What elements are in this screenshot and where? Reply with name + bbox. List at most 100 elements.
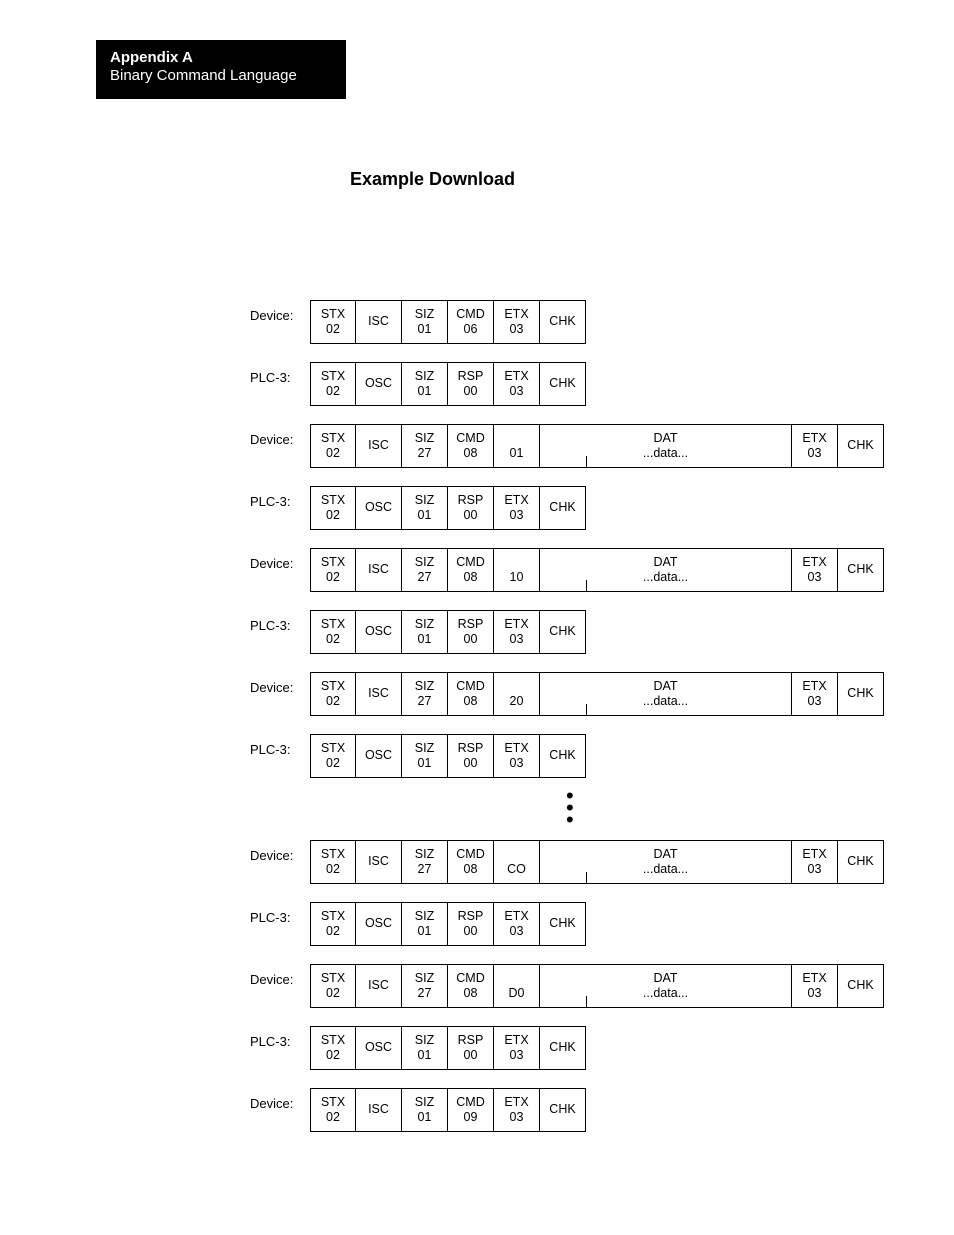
cell-etx: ETX03 xyxy=(494,1026,540,1070)
cell-cmd: CMD08 xyxy=(448,672,494,716)
cell-etx: ETX03 xyxy=(494,362,540,406)
frame-sequence: Device: STX02 ISC SIZ01 CMD06 ETX03 CHK … xyxy=(250,300,954,1132)
cell-siz: SIZ01 xyxy=(402,1026,448,1070)
cell-chk: CHK xyxy=(540,362,586,406)
cell-chk: CHK xyxy=(540,902,586,946)
cell-etx: ETX03 xyxy=(494,1088,540,1132)
cell-siz: SIZ01 xyxy=(402,610,448,654)
row-label-device: Device: xyxy=(250,840,310,884)
frame-row: Device: STX02 ISC SIZ27 CMD08 D0 DAT...d… xyxy=(250,964,954,1008)
cell-dat-seq: 20 xyxy=(494,672,540,716)
row-label-device: Device: xyxy=(250,1088,310,1132)
row-label-plc3: PLC-3: xyxy=(250,362,310,406)
cell-rsp: RSP00 xyxy=(448,362,494,406)
cell-siz: SIZ01 xyxy=(402,486,448,530)
cell-osc: OSC xyxy=(356,1026,402,1070)
cell-cmd: CMD08 xyxy=(448,840,494,884)
cell-stx: STX02 xyxy=(310,486,356,530)
cell-siz: SIZ01 xyxy=(402,362,448,406)
row-label-plc3: PLC-3: xyxy=(250,734,310,778)
cell-osc: OSC xyxy=(356,486,402,530)
frame-row: PLC-3: STX02 OSC SIZ01 RSP00 ETX03 CHK xyxy=(250,902,954,946)
row-label-device: Device: xyxy=(250,548,310,592)
row-label-plc3: PLC-3: xyxy=(250,902,310,946)
cell-etx: ETX03 xyxy=(792,548,838,592)
cell-siz: SIZ27 xyxy=(402,672,448,716)
cell-chk: CHK xyxy=(540,734,586,778)
cell-chk: CHK xyxy=(838,964,884,1008)
row-label-plc3: PLC-3: xyxy=(250,1026,310,1070)
cell-isc: ISC xyxy=(356,964,402,1008)
cell-chk: CHK xyxy=(838,548,884,592)
cell-rsp: RSP00 xyxy=(448,1026,494,1070)
cell-rsp: RSP00 xyxy=(448,610,494,654)
cell-dat-seq: 01 xyxy=(494,424,540,468)
ellipsis-icon: ••• xyxy=(566,790,954,826)
cell-chk: CHK xyxy=(540,1026,586,1070)
cell-stx: STX02 xyxy=(310,300,356,344)
cell-chk: CHK xyxy=(540,300,586,344)
cell-cmd: CMD08 xyxy=(448,548,494,592)
cell-isc: ISC xyxy=(356,424,402,468)
cell-rsp: RSP00 xyxy=(448,734,494,778)
cell-cmd: CMD08 xyxy=(448,964,494,1008)
cell-stx: STX02 xyxy=(310,1026,356,1070)
cell-siz: SIZ27 xyxy=(402,964,448,1008)
page-header: Appendix A Binary Command Language xyxy=(96,40,346,99)
cell-etx: ETX03 xyxy=(494,610,540,654)
cell-osc: OSC xyxy=(356,902,402,946)
cell-stx: STX02 xyxy=(310,548,356,592)
cell-etx: ETX03 xyxy=(792,672,838,716)
cell-dat: DAT...data... xyxy=(540,840,792,884)
cell-chk: CHK xyxy=(540,610,586,654)
frame-row: Device: STX02 ISC SIZ27 CMD08 20 DAT...d… xyxy=(250,672,954,716)
cell-cmd: CMD06 xyxy=(448,300,494,344)
cell-siz: SIZ01 xyxy=(402,1088,448,1132)
frame-row: PLC-3: STX02 OSC SIZ01 RSP00 ETX03 CHK xyxy=(250,1026,954,1070)
row-label-device: Device: xyxy=(250,424,310,468)
frame-row: PLC-3: STX02 OSC SIZ01 RSP00 ETX03 CHK xyxy=(250,362,954,406)
cell-stx: STX02 xyxy=(310,424,356,468)
cell-isc: ISC xyxy=(356,1088,402,1132)
cell-siz: SIZ01 xyxy=(402,734,448,778)
cell-stx: STX02 xyxy=(310,672,356,716)
cell-stx: STX02 xyxy=(310,902,356,946)
cell-isc: ISC xyxy=(356,300,402,344)
cell-siz: SIZ27 xyxy=(402,548,448,592)
cell-stx: STX02 xyxy=(310,1088,356,1132)
cell-stx: STX02 xyxy=(310,964,356,1008)
cell-dat-seq: 10 xyxy=(494,548,540,592)
cell-isc: ISC xyxy=(356,548,402,592)
cell-dat: DAT...data... xyxy=(540,424,792,468)
cell-chk: CHK xyxy=(838,424,884,468)
cell-cmd: CMD09 xyxy=(448,1088,494,1132)
frame-row: PLC-3: STX02 OSC SIZ01 RSP00 ETX03 CHK xyxy=(250,486,954,530)
cell-dat: DAT...data... xyxy=(540,548,792,592)
row-label-device: Device: xyxy=(250,964,310,1008)
cell-stx: STX02 xyxy=(310,840,356,884)
cell-rsp: RSP00 xyxy=(448,902,494,946)
cell-etx: ETX03 xyxy=(494,734,540,778)
frame-row: Device: STX02 ISC SIZ27 CMD08 01 DAT...d… xyxy=(250,424,954,468)
row-label-device: Device: xyxy=(250,672,310,716)
cell-dat-seq: D0 xyxy=(494,964,540,1008)
cell-etx: ETX03 xyxy=(792,964,838,1008)
cell-etx: ETX03 xyxy=(494,902,540,946)
cell-siz: SIZ27 xyxy=(402,424,448,468)
cell-osc: OSC xyxy=(356,734,402,778)
frame-row: PLC-3: STX02 OSC SIZ01 RSP00 ETX03 CHK xyxy=(250,734,954,778)
cell-rsp: RSP00 xyxy=(448,486,494,530)
cell-siz: SIZ27 xyxy=(402,840,448,884)
frame-row: Device: STX02 ISC SIZ01 CMD06 ETX03 CHK xyxy=(250,300,954,344)
cell-chk: CHK xyxy=(838,672,884,716)
appendix-title: Appendix A xyxy=(110,50,332,67)
section-title: Example Download xyxy=(350,169,954,190)
frame-row: PLC-3: STX02 OSC SIZ01 RSP00 ETX03 CHK xyxy=(250,610,954,654)
cell-osc: OSC xyxy=(356,610,402,654)
cell-siz: SIZ01 xyxy=(402,902,448,946)
cell-stx: STX02 xyxy=(310,362,356,406)
frame-row: Device: STX02 ISC SIZ27 CMD08 10 DAT...d… xyxy=(250,548,954,592)
row-label-plc3: PLC-3: xyxy=(250,486,310,530)
frame-row: Device: STX02 ISC SIZ27 CMD08 CO DAT...d… xyxy=(250,840,954,884)
appendix-subtitle: Binary Command Language xyxy=(110,67,332,85)
